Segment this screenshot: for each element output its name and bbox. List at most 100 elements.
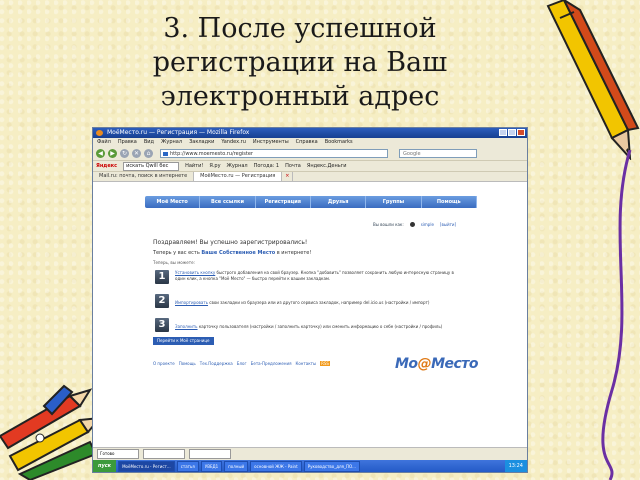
menu-bar: Файл Правка Вид Журнал Закладки Yandex.r… <box>93 138 527 146</box>
yandex-toolbar-item[interactable]: Яндекс.Деньги <box>307 161 347 171</box>
status-bar: Готово <box>93 447 527 460</box>
search-input[interactable]: Google <box>399 148 477 158</box>
taskbar-item[interactable]: УВЕД1 <box>200 460 223 472</box>
minimize-icon[interactable] <box>499 129 507 136</box>
step-number: 3 <box>155 318 169 332</box>
yandex-toolbar-item[interactable]: Найти! <box>185 161 203 171</box>
now-line-prefix: Теперь у вас есть <box>153 250 200 256</box>
tab-close-icon[interactable]: × <box>282 172 294 181</box>
site-nav-item[interactable]: Все ссылки <box>200 196 256 208</box>
yandex-toolbar: Яндекс искать Qwill бес Найти! Я.ру Журн… <box>93 161 527 172</box>
forward-button[interactable]: ▶ <box>108 148 117 158</box>
site-nav-item[interactable]: Регистрация <box>256 196 311 208</box>
taskbar-item[interactable]: полный <box>224 460 249 472</box>
url-input[interactable]: http://www.moemesto.ru/register <box>160 148 388 158</box>
go-to-my-page-button[interactable]: Перейти к Моё странице <box>153 337 214 345</box>
yandex-search-field[interactable]: искать Qwill бес <box>123 162 180 171</box>
taskbar-item[interactable]: МоёМесто.ru - Регист... <box>118 460 175 472</box>
window-title: МоёМесто.ru — Регистрация — Mozilla Fire… <box>107 129 250 136</box>
step-number: 2 <box>155 294 169 308</box>
menu-item[interactable]: Файл <box>97 138 111 146</box>
slide-title: 3. После успешной регистрации на Ваш эле… <box>120 12 480 114</box>
clock: 13:24 <box>504 460 527 472</box>
yandex-logo[interactable]: Яндекс <box>96 161 117 171</box>
site-nav-item[interactable]: Моё Место <box>145 196 201 208</box>
tab-mail[interactable]: Mail.ru: почта, поиск в интернете <box>93 172 195 181</box>
status-field <box>143 449 185 459</box>
title-bar: МоёМесто.ru — Регистрация — Mozilla Fire… <box>93 128 527 138</box>
footer-link[interactable]: Бета-Предложения <box>251 361 292 366</box>
crayon-pencil-icon <box>546 0 640 160</box>
browser-window: МоёМесто.ru — Регистрация — Mozilla Fire… <box>92 127 528 473</box>
step-description: быстрого добавления на свой браузер. Кно… <box>175 270 454 281</box>
slide-title-line: электронный адрес <box>160 81 440 112</box>
firefox-icon <box>96 130 103 136</box>
menu-item[interactable]: Вид <box>144 138 154 146</box>
site-nav-item[interactable]: Друзья <box>311 196 367 208</box>
menu-item[interactable]: Закладки <box>189 138 214 146</box>
taskbar-item[interactable]: основной ЖЖ - Paint <box>250 460 302 472</box>
crayon-stroke-icon <box>601 150 632 480</box>
now-line-suffix: в интернете! <box>276 250 312 256</box>
rss-icon[interactable]: RSS <box>320 361 330 366</box>
step-description: свои закладки из браузера или из другого… <box>208 300 430 305</box>
back-button[interactable]: ◀ <box>96 148 105 158</box>
step-description: карточку пользователя (настройки / запол… <box>197 324 443 329</box>
footer-link[interactable]: Контакты <box>296 361 317 366</box>
site-logo: Мо@Место <box>395 356 479 372</box>
stop-button[interactable]: ✕ <box>132 148 141 158</box>
start-button[interactable]: пуск <box>93 460 117 472</box>
own-place-link[interactable]: Ваше Собственное Место <box>201 250 275 256</box>
slide-title-line: 3. После успешной <box>163 13 437 44</box>
taskbar-item[interactable]: статья <box>176 460 199 472</box>
site-nav-item[interactable]: Помощь <box>422 196 477 208</box>
navigation-toolbar: ◀ ▶ ↻ ✕ ⌂ http://www.moemesto.ru/registe… <box>93 146 527 161</box>
taskbar-item[interactable]: Руководство_для_ПО... <box>303 460 360 472</box>
menu-item[interactable]: Справка <box>296 138 318 146</box>
status-field <box>189 449 231 459</box>
footer-link[interactable]: Помощь <box>179 361 196 366</box>
site-nav-item[interactable]: Группы <box>366 196 422 208</box>
step-number: 1 <box>155 270 169 284</box>
fill-profile-link[interactable]: Заполнить <box>175 324 198 329</box>
tab-registration[interactable]: МоёМесто.ru — Регистрация <box>194 172 283 181</box>
footer-link[interactable]: Блог <box>237 361 247 366</box>
logo-at: @ <box>417 356 432 372</box>
user-icon <box>409 222 415 227</box>
yandex-toolbar-item[interactable]: Погода: 1 <box>254 161 279 171</box>
menu-item[interactable]: Правка <box>118 138 137 146</box>
menu-item[interactable]: Yandex.ru <box>221 138 246 146</box>
page-content: Моё Место Все ссылки Регистрация Друзья … <box>93 190 527 446</box>
site-nav: Моё Место Все ссылки Регистрация Друзья … <box>145 196 477 208</box>
reload-button[interactable]: ↻ <box>120 148 129 158</box>
tab-strip: Mail.ru: почта, поиск в интернете МоёМес… <box>93 172 527 182</box>
slide-title-line: регистрации на Ваш <box>152 47 448 78</box>
menu-item[interactable]: Инструменты <box>253 138 289 146</box>
import-link[interactable]: Импортировать <box>175 300 208 305</box>
footer-link[interactable]: О проекте <box>153 361 175 366</box>
now-line: Теперь у вас есть Ваше Собственное Место… <box>153 250 311 256</box>
logo-part: Мо <box>395 356 418 372</box>
username-link[interactable]: simple <box>421 222 434 227</box>
logo-part: Место <box>431 356 479 372</box>
login-label: Вы вошли как: <box>373 222 404 227</box>
yandex-toolbar-item[interactable]: Почта <box>285 161 301 171</box>
menu-item[interactable]: Bookmarks <box>325 138 353 146</box>
install-button-link[interactable]: Установить кнопку <box>175 270 215 275</box>
you-can-label: Теперь, вы можете: <box>153 260 195 265</box>
yandex-toolbar-item[interactable]: Я.ру <box>209 161 220 171</box>
logout-link[interactable]: [выйти] <box>440 222 456 227</box>
step-text: Заполнить карточку пользователя (настрой… <box>175 324 465 330</box>
status-text: Готово <box>97 449 139 459</box>
maximize-icon[interactable] <box>508 129 516 136</box>
home-button[interactable]: ⌂ <box>144 148 153 158</box>
congrats-heading: Поздравляем! Вы успешно зарегистрировали… <box>153 239 308 246</box>
step-text: Установить кнопку быстрого добавления на… <box>175 270 465 282</box>
menu-item[interactable]: Журнал <box>161 138 182 146</box>
close-icon[interactable] <box>517 129 525 136</box>
window-controls <box>499 129 525 136</box>
login-status: Вы вошли как: simple [выйти] <box>373 222 456 227</box>
yandex-toolbar-item[interactable]: Журнал <box>227 161 248 171</box>
footer-link[interactable]: Тех.Поддержка <box>200 361 233 366</box>
windows-taskbar: пуск МоёМесто.ru - Регист... статья УВЕД… <box>93 460 527 472</box>
